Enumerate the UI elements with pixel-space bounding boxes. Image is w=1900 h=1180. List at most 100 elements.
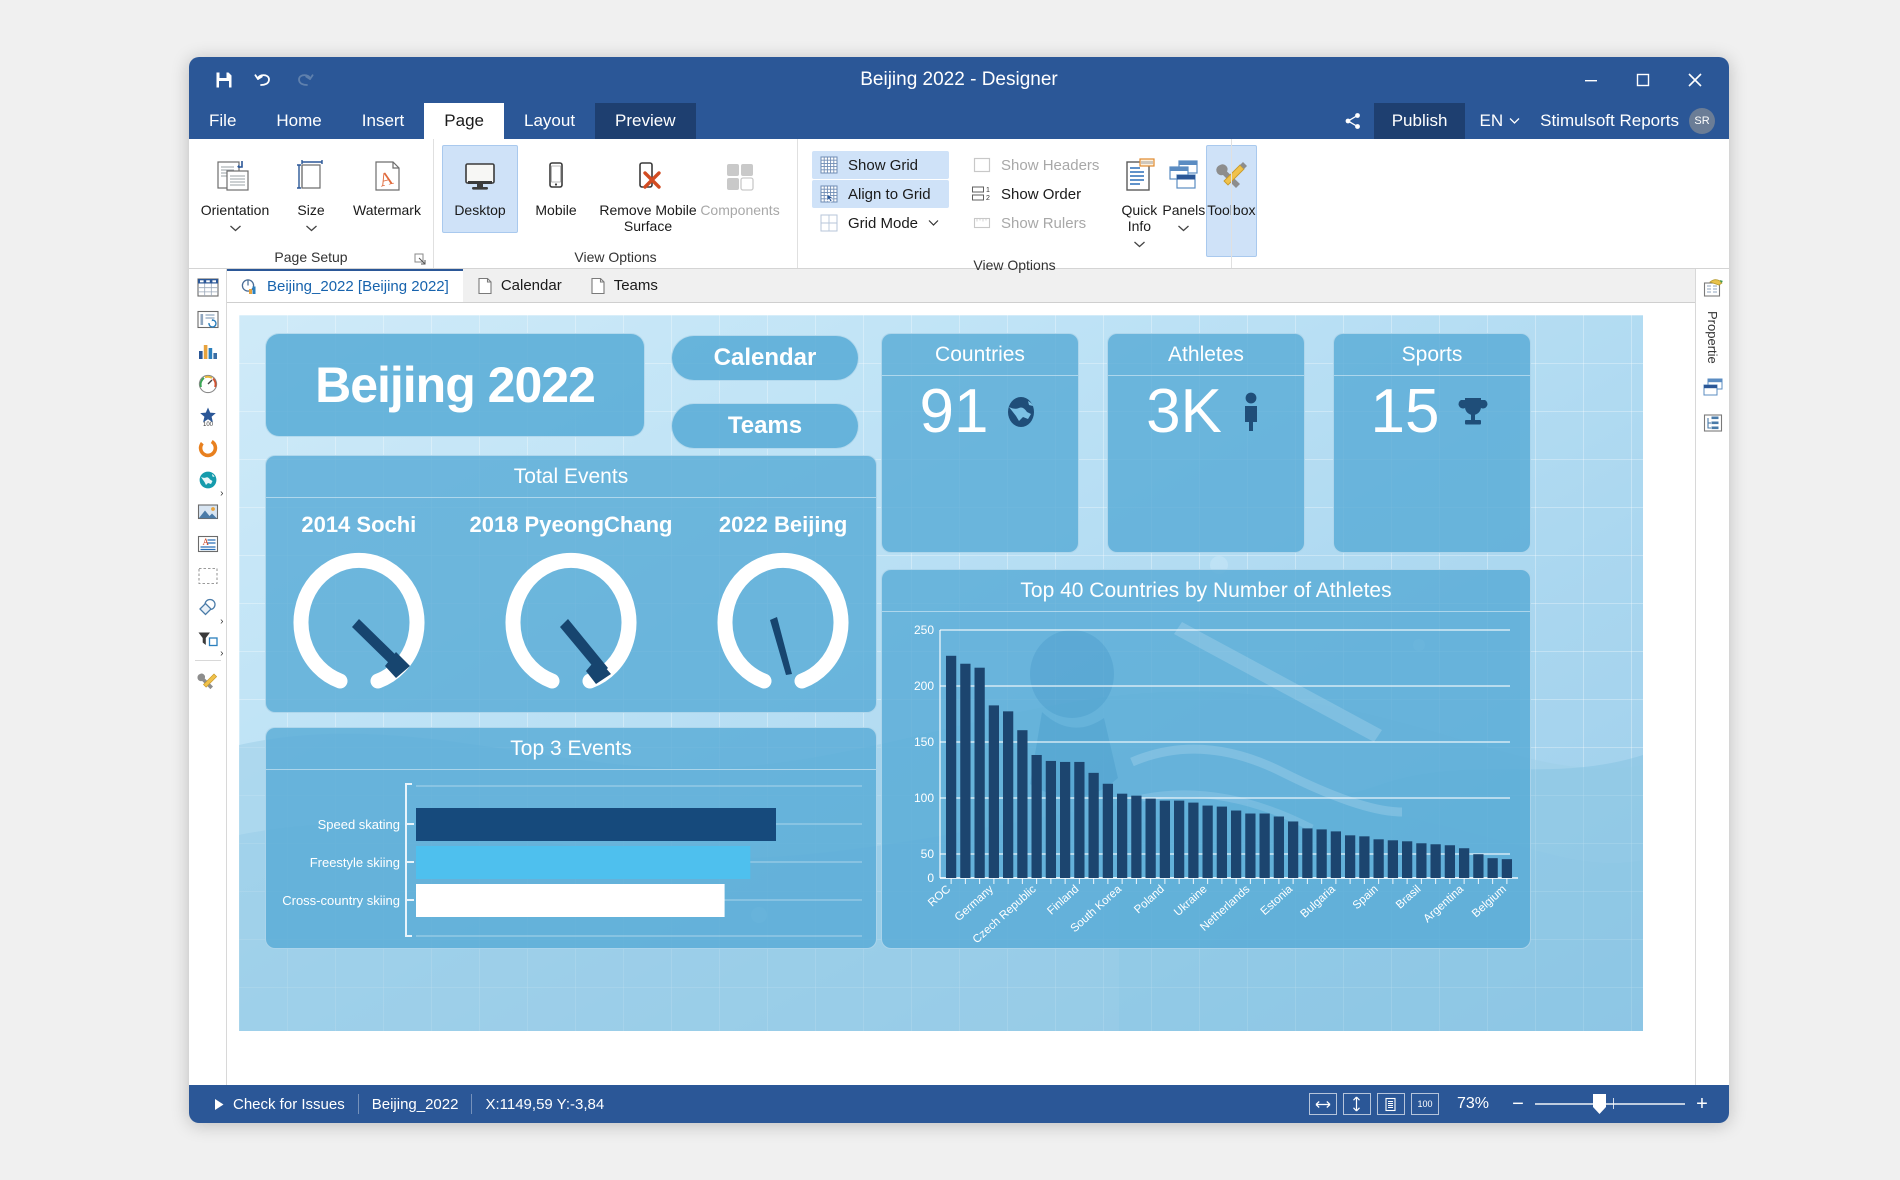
remove-mobile-surface-label: Remove Mobile Surface bbox=[595, 202, 701, 234]
dashboard-surface[interactable]: Beijing 2022 Calendar Teams Countries 91 bbox=[239, 315, 1643, 1031]
zoom-in-button[interactable]: + bbox=[1691, 1093, 1713, 1116]
publish-button[interactable]: Publish bbox=[1374, 103, 1466, 139]
chart-x-label: Bulgaria bbox=[1298, 883, 1338, 921]
zoom-slider-thumb[interactable] bbox=[1593, 1094, 1606, 1114]
design-canvas[interactable]: Beijing 2022 Calendar Teams Countries 91 bbox=[227, 303, 1695, 1085]
gauge-2018-pyeongchang: 2018 PyeongChang bbox=[470, 512, 673, 697]
title-bar: Beijing 2022 - Designer bbox=[189, 57, 1729, 103]
properties-icon[interactable] bbox=[1696, 273, 1730, 303]
window-title: Beijing 2022 - Designer bbox=[189, 57, 1729, 103]
doc-tab-calendar[interactable]: Calendar bbox=[463, 269, 576, 302]
grid-mode-dropdown[interactable]: Grid Mode bbox=[812, 209, 949, 237]
ytick-200: 200 bbox=[914, 679, 934, 693]
properties-label[interactable]: Propertie bbox=[1705, 311, 1720, 364]
tab-layout[interactable]: Layout bbox=[504, 103, 595, 139]
kpi-card-countries[interactable]: Countries 91 bbox=[881, 333, 1079, 553]
panels-button[interactable]: Panels bbox=[1161, 145, 1206, 239]
chevron-down-icon bbox=[1509, 117, 1520, 125]
filter-icon[interactable]: › bbox=[191, 625, 225, 655]
one-page-icon[interactable] bbox=[1377, 1093, 1405, 1115]
nav-button-teams[interactable]: Teams bbox=[671, 403, 859, 449]
zoom-out-button[interactable]: − bbox=[1507, 1093, 1529, 1116]
tools-icon[interactable] bbox=[191, 666, 225, 696]
ribbon-group-page-setup: Orientation bbox=[189, 139, 433, 268]
top3-events-panel[interactable]: Top 3 Events Speed skating bbox=[265, 727, 877, 949]
gauge-icon[interactable] bbox=[191, 369, 225, 399]
kpi-value-row-countries: 91 bbox=[882, 376, 1078, 447]
mobile-button[interactable]: Mobile bbox=[518, 145, 594, 233]
chart-bar bbox=[1317, 829, 1327, 878]
undo-icon[interactable] bbox=[251, 67, 277, 93]
tab-file[interactable]: File bbox=[189, 103, 256, 139]
nav-button-calendar[interactable]: Calendar bbox=[671, 335, 859, 381]
tab-home[interactable]: Home bbox=[256, 103, 341, 139]
ribbon-group-view: Desktop Mobile bbox=[433, 139, 797, 268]
report-tree-icon[interactable] bbox=[1696, 408, 1730, 438]
shape-icon[interactable]: › bbox=[191, 593, 225, 623]
remove-mobile-surface-button[interactable]: Remove Mobile Surface bbox=[594, 145, 702, 235]
chart-bar bbox=[1345, 835, 1355, 878]
close-icon[interactable] bbox=[1669, 57, 1721, 103]
chart-bar bbox=[1388, 840, 1398, 878]
check-for-issues-label: Check for Issues bbox=[233, 1096, 345, 1113]
grid-icon bbox=[818, 154, 840, 176]
desktop-button[interactable]: Desktop bbox=[442, 145, 518, 233]
table-icon[interactable] bbox=[191, 273, 225, 303]
language-selector[interactable]: EN bbox=[1465, 111, 1530, 131]
actual-size-icon[interactable]: 100 bbox=[1411, 1093, 1439, 1115]
top3-label-2: Cross-country skiing bbox=[282, 893, 400, 908]
minimize-icon[interactable] bbox=[1565, 57, 1617, 103]
tab-insert[interactable]: Insert bbox=[342, 103, 425, 139]
status-report-name: Beijing_2022 bbox=[359, 1092, 472, 1116]
orientation-caret[interactable] bbox=[229, 218, 242, 238]
card-icon[interactable] bbox=[191, 305, 225, 335]
kpi-card-sports[interactable]: Sports 15 bbox=[1333, 333, 1531, 553]
chart-bar bbox=[1459, 848, 1469, 878]
chart-bar bbox=[1146, 799, 1156, 878]
save-icon[interactable] bbox=[211, 67, 237, 93]
redo-icon[interactable] bbox=[291, 67, 317, 93]
chart-icon[interactable] bbox=[191, 337, 225, 367]
fit-width-icon[interactable] bbox=[1309, 1093, 1337, 1115]
align-to-grid-toggle[interactable]: Align to Grid bbox=[812, 180, 949, 208]
panels-caret[interactable] bbox=[1177, 218, 1190, 238]
size-caret[interactable] bbox=[305, 218, 318, 238]
share-icon[interactable] bbox=[1332, 103, 1374, 139]
doc-tab-beijing[interactable]: Beijing_2022 [Beijing 2022] bbox=[227, 269, 463, 302]
zoom-slider[interactable] bbox=[1535, 1103, 1685, 1105]
tab-preview[interactable]: Preview bbox=[595, 103, 695, 139]
tab-page[interactable]: Page bbox=[424, 103, 504, 139]
check-for-issues-button[interactable]: Check for Issues bbox=[201, 1092, 358, 1116]
watermark-button[interactable]: A Watermark bbox=[349, 145, 425, 233]
map-icon[interactable]: › bbox=[191, 465, 225, 495]
watermark-icon: A bbox=[366, 152, 408, 200]
panel-icon[interactable] bbox=[191, 561, 225, 591]
kpi-card-athletes[interactable]: Athletes 3K bbox=[1107, 333, 1305, 553]
quick-info-button[interactable]: Quick Info bbox=[1117, 145, 1161, 255]
expand-arrow-icon[interactable]: › bbox=[220, 648, 223, 659]
group-label-page-setup: Page Setup bbox=[189, 246, 433, 268]
dictionary-icon[interactable] bbox=[1696, 372, 1730, 402]
chart-x-label: Belgium bbox=[1470, 883, 1509, 920]
maximize-icon[interactable] bbox=[1617, 57, 1669, 103]
show-grid-toggle[interactable]: Show Grid bbox=[812, 151, 949, 179]
avatar[interactable]: SR bbox=[1689, 108, 1715, 134]
size-button[interactable]: Size bbox=[273, 145, 349, 239]
text-icon[interactable]: A bbox=[191, 529, 225, 559]
indicator-icon[interactable]: 100 bbox=[191, 401, 225, 431]
chart-bar bbox=[1103, 784, 1113, 878]
quick-info-caret[interactable] bbox=[1133, 234, 1146, 254]
orientation-button[interactable]: Orientation bbox=[197, 145, 273, 239]
total-events-panel[interactable]: Total Events 2014 Sochi 2018 PyeongChang bbox=[265, 455, 877, 713]
chart-x-label: Finland bbox=[1045, 883, 1081, 917]
chart-bar bbox=[946, 656, 956, 878]
show-order-toggle[interactable]: 1 2 Show Order bbox=[965, 180, 1109, 208]
progress-icon[interactable] bbox=[191, 433, 225, 463]
panels-label: Panels bbox=[1162, 202, 1205, 218]
chart-bar bbox=[1117, 794, 1127, 878]
fit-height-icon[interactable] bbox=[1343, 1093, 1371, 1115]
doc-tab-teams[interactable]: Teams bbox=[576, 269, 672, 302]
page-setup-dialog-launcher[interactable] bbox=[413, 252, 427, 266]
countries-chart-panel[interactable]: Top 40 Countries by Number of Athletes bbox=[881, 569, 1531, 949]
image-icon[interactable] bbox=[191, 497, 225, 527]
